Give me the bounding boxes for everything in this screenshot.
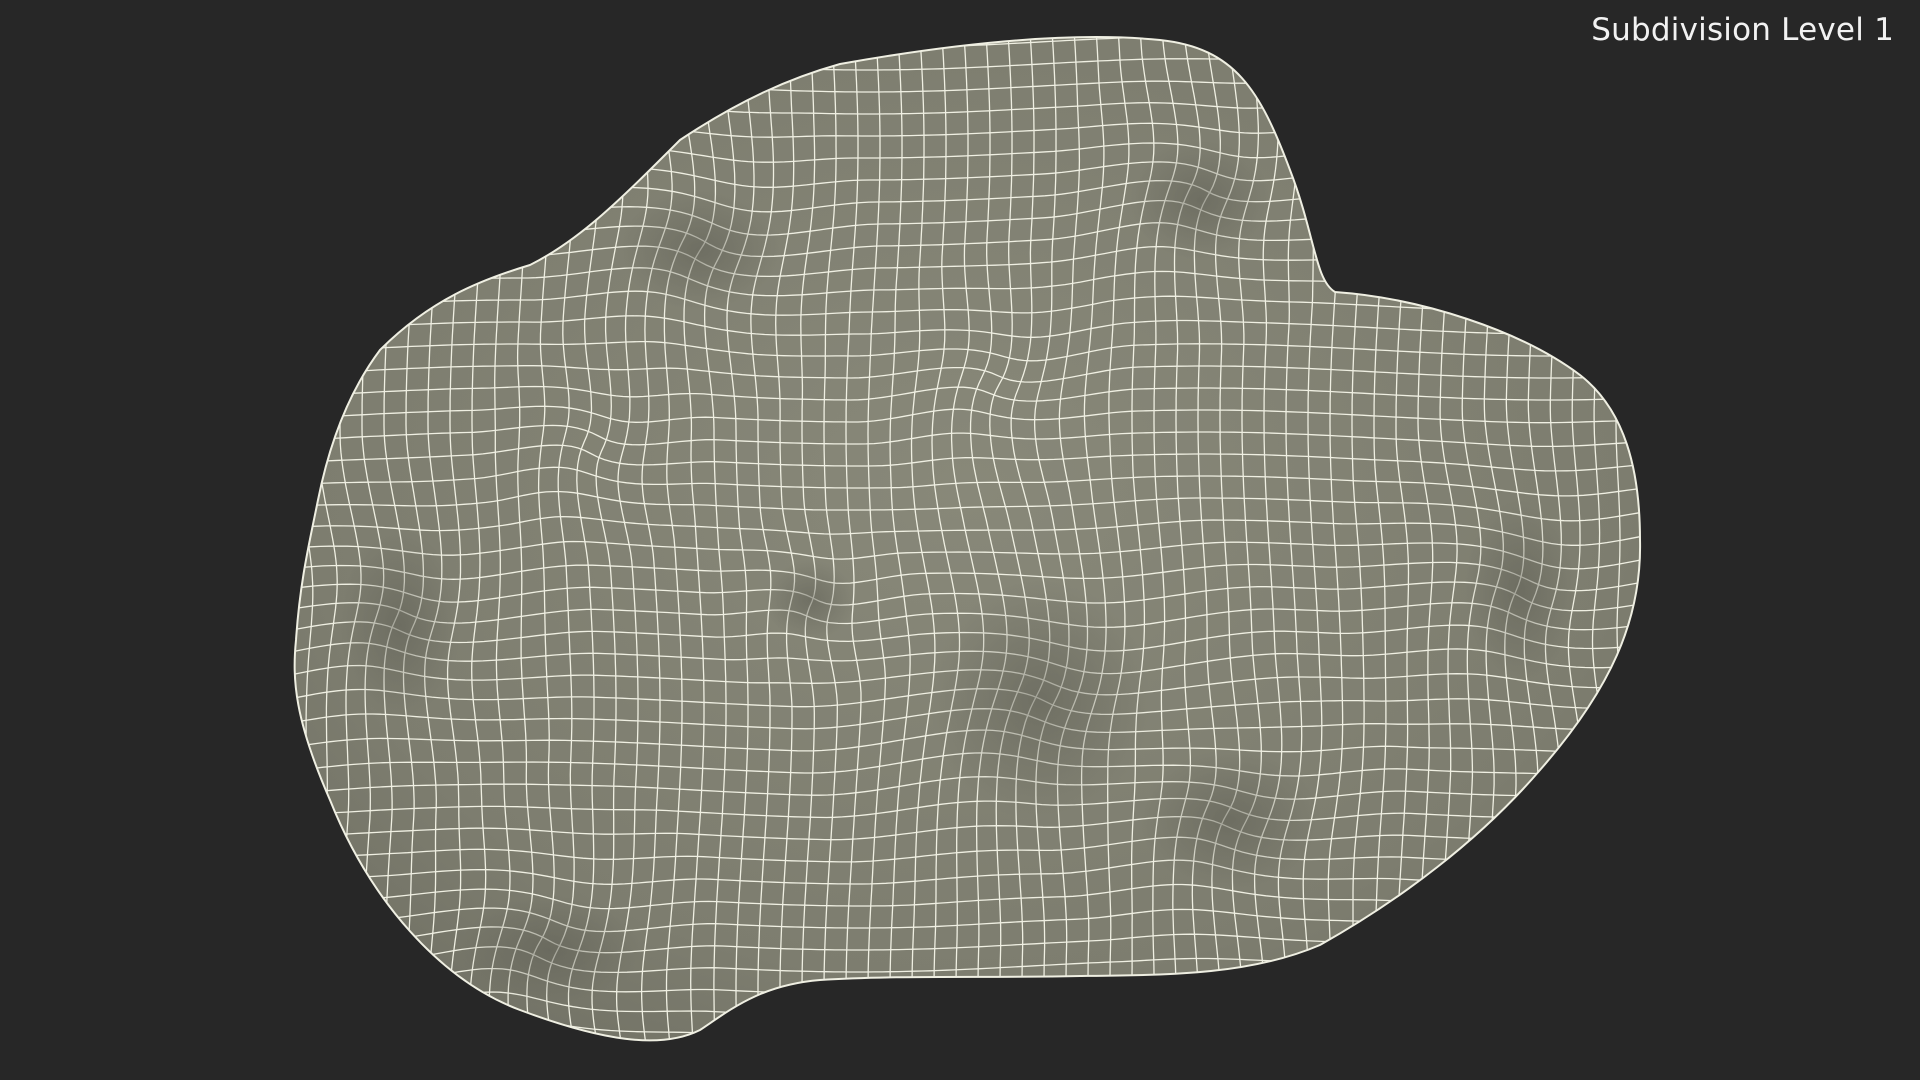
subdivision-level-label: Subdivision Level 1 [1591, 12, 1894, 48]
wire-line [276, 1042, 1652, 1060]
wire-line [274, 23, 288, 1063]
wireframe-mesh [274, 14, 1657, 1063]
wire-line [281, 14, 1657, 26]
wire-line [294, 1016, 1641, 1039]
wire-line [294, 991, 1641, 1017]
render-viewport: Subdivision Level 1 [0, 0, 1920, 1080]
